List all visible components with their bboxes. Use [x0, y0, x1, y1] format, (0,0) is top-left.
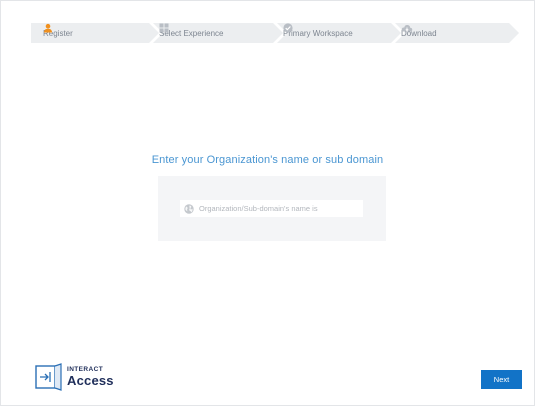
grid-icon	[159, 23, 169, 33]
cloud-download-icon	[401, 24, 413, 32]
next-button[interactable]: Next	[481, 370, 522, 389]
check-circle-icon	[283, 23, 293, 33]
step-register[interactable]: Register	[43, 23, 73, 43]
organization-field[interactable]	[180, 200, 363, 217]
wizard-steps: Register Select Experience Primary Works…	[31, 23, 519, 43]
step-primary-workspace[interactable]: Primary Workspace	[283, 23, 353, 43]
user-icon	[44, 23, 52, 33]
wizard-steps-background	[31, 23, 519, 43]
organization-panel	[158, 176, 386, 241]
step-select-experience[interactable]: Select Experience	[159, 23, 223, 43]
logo-text-interact: INTERACT	[67, 366, 104, 373]
step-download[interactable]: Download	[401, 23, 437, 43]
logo-text-access: Access	[67, 373, 114, 388]
organization-input[interactable]	[194, 201, 359, 216]
interact-access-logo: INTERACT Access	[35, 363, 125, 391]
globe-icon	[184, 203, 194, 214]
step-label-primary-workspace: Primary Workspace	[283, 28, 353, 38]
access-logo-icon	[35, 363, 62, 391]
page-title: Enter your Organization's name or sub do…	[151, 154, 384, 166]
